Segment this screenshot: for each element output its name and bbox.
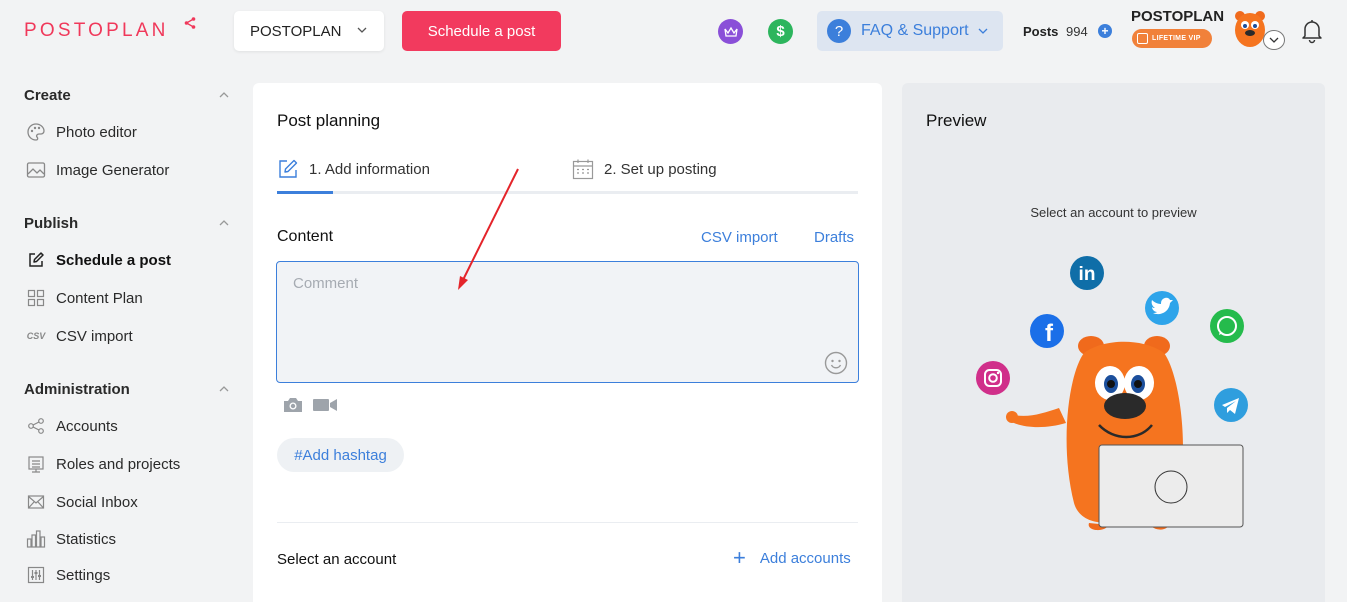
sidebar-item-csv-import[interactable]: CSV CSV import	[26, 325, 133, 347]
facebook-icon: f	[1030, 314, 1064, 348]
steps-active-indicator	[277, 191, 333, 194]
board-icon	[26, 454, 46, 474]
calendar-icon	[572, 158, 594, 180]
add-accounts-button[interactable]: + Add accounts	[733, 545, 851, 570]
bell-icon[interactable]	[1300, 18, 1324, 44]
project-select[interactable]: POSTOPLAN	[234, 11, 384, 51]
question-icon: ?	[827, 19, 851, 43]
posts-label: Posts	[1023, 24, 1059, 39]
sidebar-item-label: Photo editor	[56, 123, 137, 141]
sidebar-item-photo-editor[interactable]: Photo editor	[26, 121, 137, 143]
avatar[interactable]	[1233, 8, 1267, 48]
posts-count: 994	[1066, 24, 1088, 39]
sidebar-item-label: Settings	[56, 566, 111, 584]
faq-label: FAQ & Support	[861, 22, 969, 39]
tab-set-up-posting[interactable]: 2. Set up posting	[572, 158, 717, 180]
sidebar-item-statistics[interactable]: Statistics	[26, 528, 116, 550]
drafts-link[interactable]: Drafts	[814, 229, 854, 246]
sidebar: Create Photo editor Image Generator Publ…	[0, 64, 245, 602]
crown-icon	[1137, 33, 1148, 44]
edit-icon	[26, 250, 46, 270]
sidebar-item-roles-projects[interactable]: Roles and projects	[26, 453, 180, 475]
logo-share-icon	[184, 17, 196, 29]
video-icon[interactable]	[312, 396, 338, 414]
chevron-up-icon[interactable]	[218, 384, 230, 394]
twitter-icon	[1145, 291, 1179, 325]
vip-badge: LIFETIME VIP	[1132, 29, 1212, 48]
sidebar-item-label: CSV import	[56, 327, 133, 345]
add-posts-icon[interactable]: +	[1098, 24, 1112, 38]
content-title: Content	[277, 228, 334, 245]
sidebar-item-schedule-post[interactable]: Schedule a post	[26, 249, 171, 271]
mail-icon	[26, 492, 46, 512]
preview-panel: Preview Select an account to preview in …	[902, 83, 1325, 602]
add-accounts-label: Add accounts	[759, 549, 851, 567]
sidebar-item-social-inbox[interactable]: Social Inbox	[26, 491, 138, 513]
share-icon	[26, 416, 46, 436]
csv-import-link[interactable]: CSV import	[701, 229, 778, 246]
sidebar-item-label: Statistics	[56, 530, 117, 548]
select-account-title: Select an account	[277, 551, 397, 568]
image-icon	[26, 160, 46, 180]
top-bar: POSTOPLAN POSTOPLAN Schedule a post $ ? …	[0, 0, 1347, 64]
telegram-icon	[1214, 388, 1248, 422]
section-publish-title[interactable]: Publish	[24, 215, 78, 232]
palette-icon	[26, 122, 46, 142]
sidebar-item-label: Image Generator	[56, 161, 170, 179]
step-label: 1. Add information	[309, 160, 430, 178]
preview-title: Preview	[926, 111, 987, 130]
sidebar-item-image-generator[interactable]: Image Generator	[26, 159, 169, 181]
preview-hint: Select an account to preview	[1030, 205, 1197, 220]
card-title: Post planning	[277, 111, 381, 130]
chevron-up-icon[interactable]	[218, 90, 230, 100]
dollar-icon[interactable]: $	[768, 19, 793, 44]
camera-icon[interactable]	[282, 396, 304, 414]
section-administration-title[interactable]: Administration	[24, 381, 130, 398]
sliders-icon	[26, 565, 46, 585]
faq-support-button[interactable]: ? FAQ & Support	[817, 11, 1003, 51]
divider	[277, 522, 858, 523]
sidebar-item-settings[interactable]: Settings	[26, 564, 110, 586]
sidebar-item-label: Social Inbox	[56, 493, 138, 511]
csv-icon: CSV	[26, 331, 46, 341]
instagram-icon	[976, 361, 1010, 395]
sidebar-item-label: Content Plan	[56, 289, 143, 307]
svg-text:f: f	[1045, 320, 1054, 347]
chevron-up-icon[interactable]	[218, 218, 230, 228]
section-create-title[interactable]: Create	[24, 87, 71, 104]
mascot	[1006, 336, 1244, 531]
emoji-icon[interactable]	[824, 351, 848, 375]
account-brand: POSTOPLAN	[1131, 8, 1225, 25]
chevron-down-icon	[978, 28, 988, 34]
sidebar-item-label: Accounts	[56, 417, 118, 435]
mascot-illustration: in f	[976, 256, 1248, 531]
sidebar-item-label: Schedule a post	[56, 251, 172, 269]
plus-icon: +	[733, 545, 746, 570]
post-planning-card: Post planning 1. Add information 2. Set …	[253, 83, 882, 602]
sidebar-item-label: Roles and projects	[56, 455, 181, 473]
logo[interactable]: POSTOPLAN	[24, 20, 169, 42]
pencil-icon	[277, 158, 299, 180]
account-menu-chevron-icon[interactable]	[1263, 30, 1285, 50]
chevron-down-icon	[357, 27, 367, 33]
sidebar-item-content-plan[interactable]: Content Plan	[26, 287, 143, 309]
add-hashtag-button[interactable]: #Add hashtag	[277, 438, 404, 472]
project-select-value: POSTOPLAN	[250, 22, 342, 40]
comment-placeholder: Comment	[293, 275, 359, 292]
whatsapp-icon	[1210, 309, 1244, 343]
chart-icon	[26, 529, 46, 549]
linkedin-icon: in	[1070, 256, 1104, 290]
steps-track	[277, 191, 858, 194]
step-label: 2. Set up posting	[604, 160, 717, 178]
grid-icon	[26, 288, 46, 308]
comment-input[interactable]: Comment	[276, 261, 859, 383]
vip-label: LIFETIME VIP	[1152, 35, 1201, 42]
annotation-arrow	[458, 168, 519, 290]
schedule-post-button[interactable]: Schedule a post	[402, 11, 561, 51]
crown-icon[interactable]	[718, 19, 743, 44]
sidebar-item-accounts[interactable]: Accounts	[26, 415, 118, 437]
svg-text:in: in	[1079, 264, 1096, 285]
tab-add-information[interactable]: 1. Add information	[277, 158, 430, 180]
